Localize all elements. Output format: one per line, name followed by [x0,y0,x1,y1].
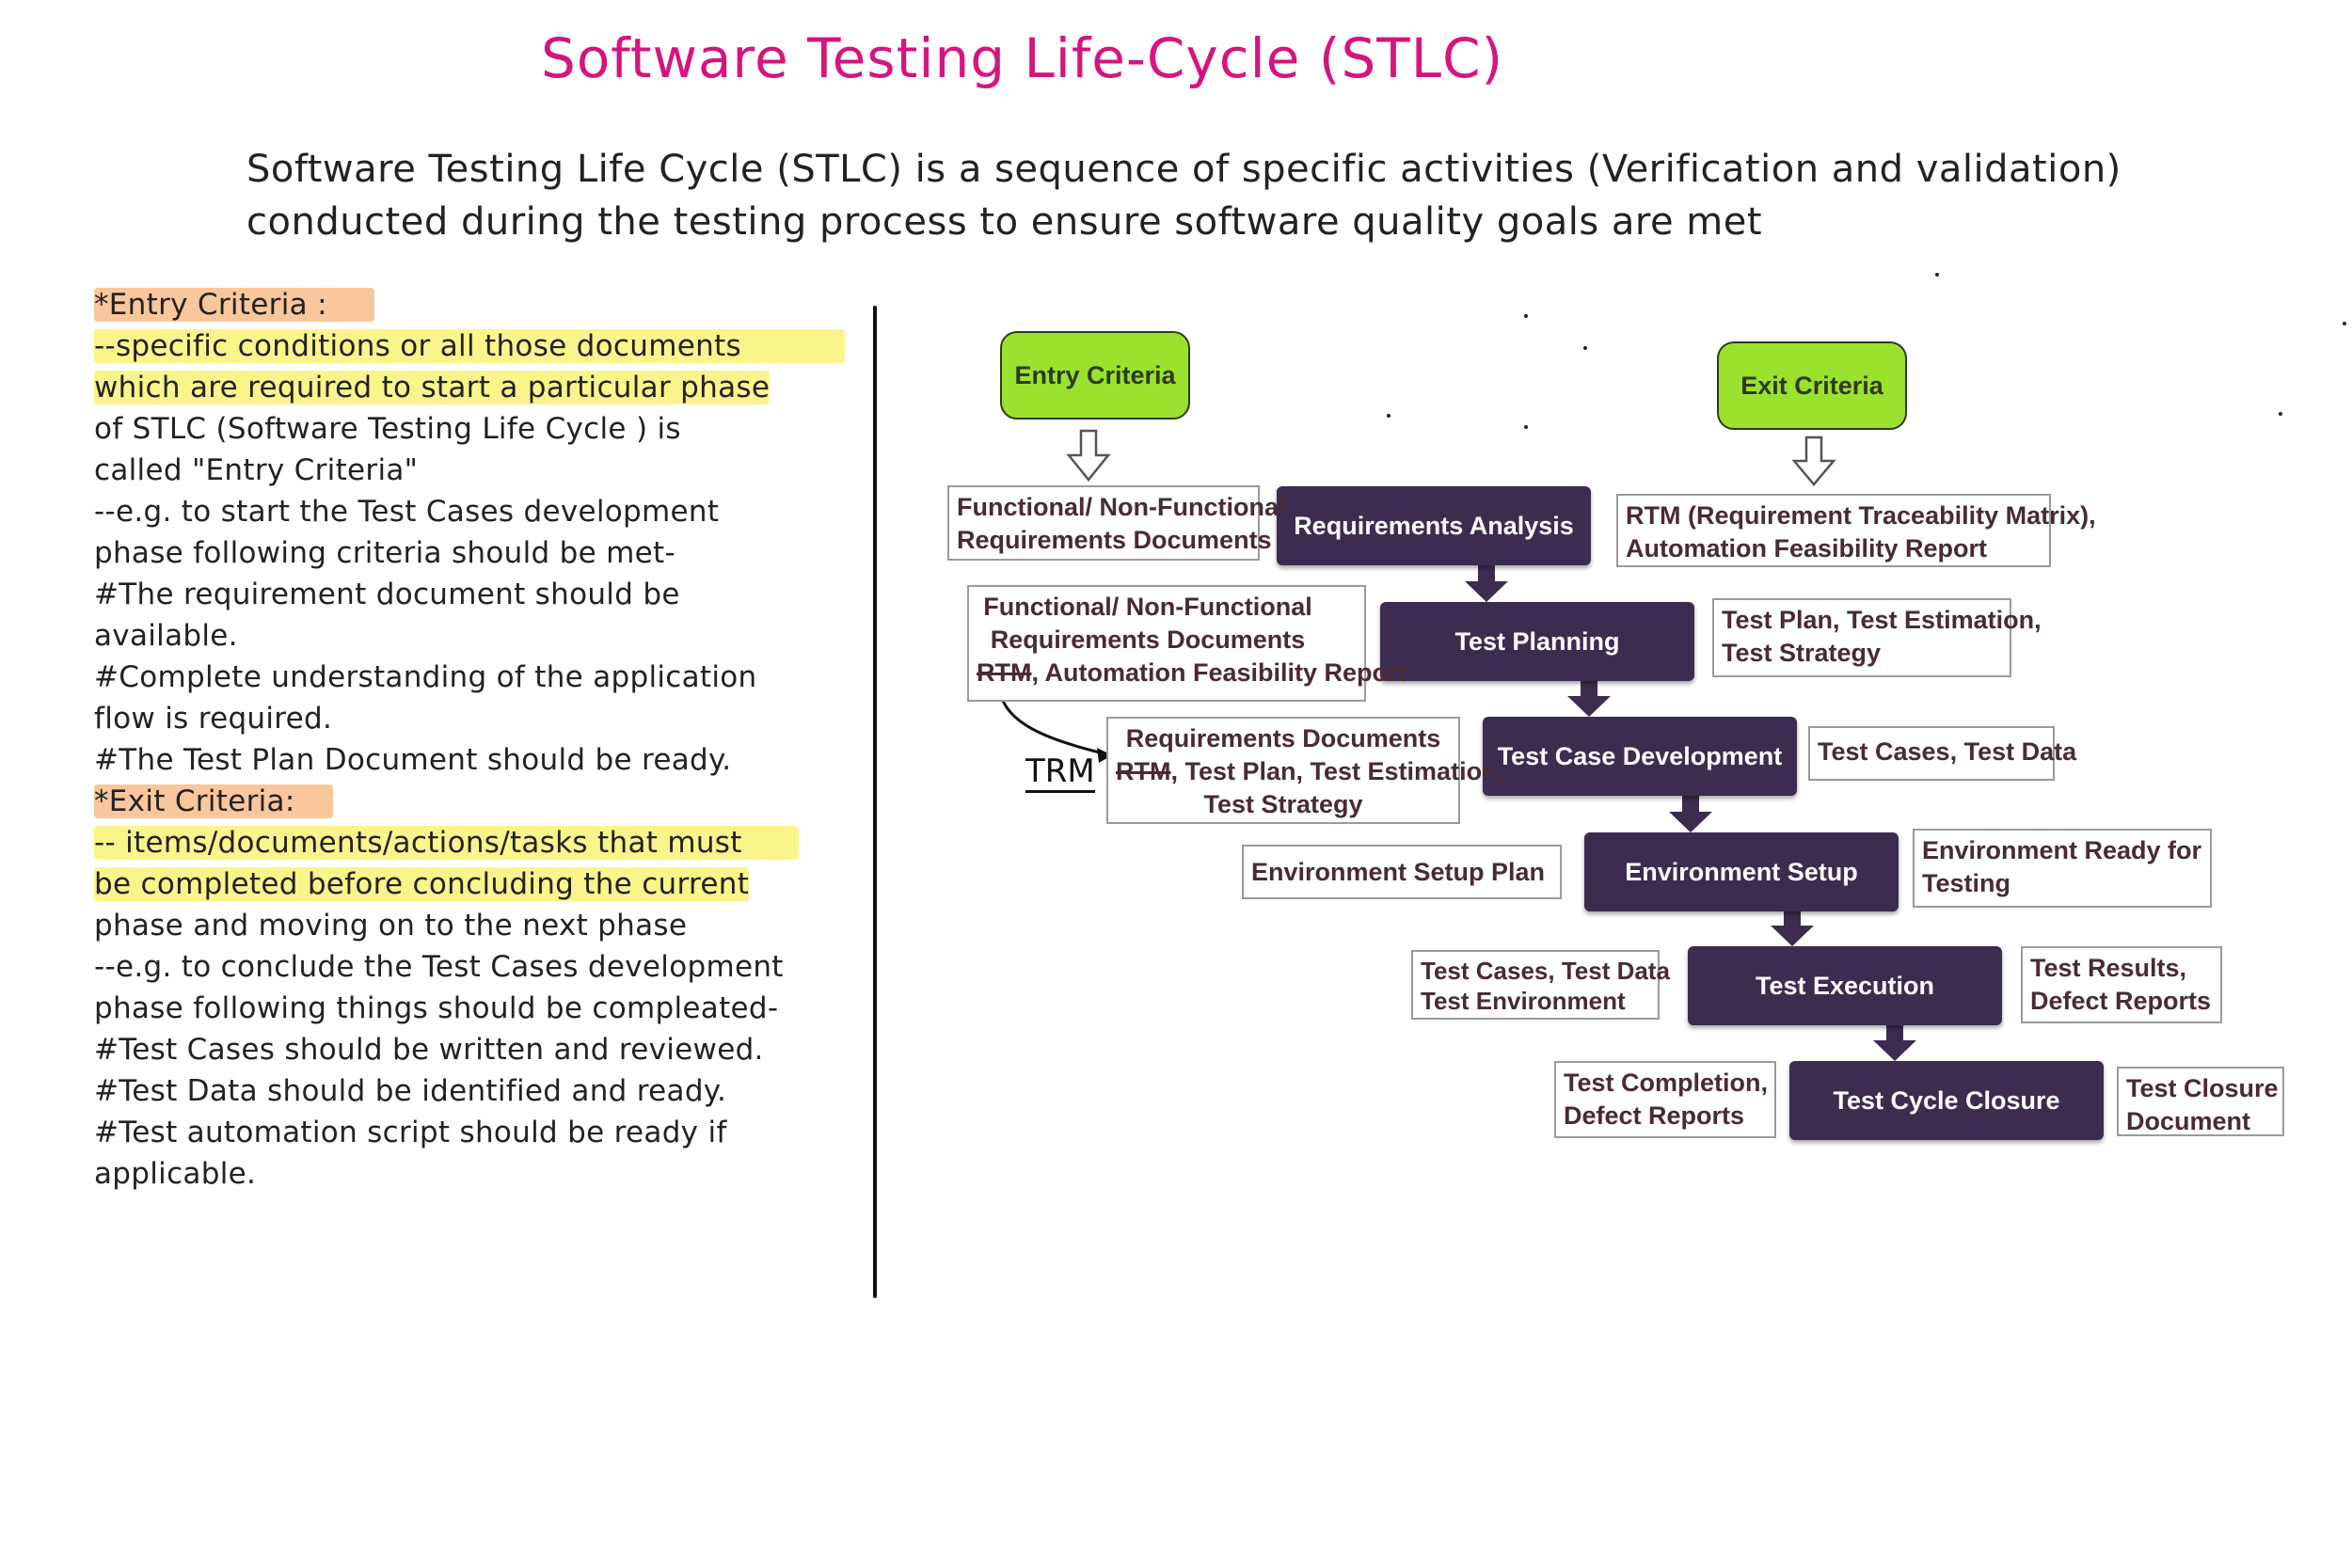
phase-arrow [1771,909,1814,946]
output-box-test-cycle-closure: Test Closure Document [2117,1067,2284,1136]
input-box-test-execution: Test Cases, Test Data Test Environment [1411,950,1670,1020]
phase-arrow [1465,564,1508,602]
phase-environment-setup: Environment Setup [1584,832,1899,911]
phase-test-case-development: Test Case Development [1483,717,1797,796]
exit-criteria-node: Exit Criteria [1717,341,1907,430]
entry-criteria-node: Entry Criteria [1000,331,1190,420]
phase-arrow [1669,796,1712,832]
stray-dot [1583,346,1587,350]
input-box-requirements-analysis: Functional/ Non-Functional Requirements … [947,485,1285,561]
stray-dot [2343,322,2346,325]
phase-test-planning: Test Planning [1380,602,1694,681]
phase-test-execution: Test Execution [1688,946,2002,1025]
output-box-test-planning: Test Plan, Test Estimation, Test Strateg… [1712,598,2042,677]
input-box-test-case-development: Requirements Documents RTM, Test Plan, T… [1106,717,1504,824]
down-arrow-icon [1791,436,1836,486]
trm-annotation: TRM [1025,752,1095,790]
input-box-environment-setup: Environment Setup Plan [1242,845,1562,899]
input-box-test-cycle-closure: Test Completion, Defect Reports [1554,1061,1776,1138]
output-box-test-execution: Test Results, Defect Reports [2021,946,2222,1023]
input-box-test-planning: Functional/ Non-Functional Requirements … [967,585,1406,702]
phase-requirements-analysis: Requirements Analysis [1277,486,1591,565]
output-box-environment-setup: Environment Ready for Testing [1913,829,2212,908]
stray-dot [2279,412,2282,416]
stray-dot [1935,273,1939,277]
stray-dot [1387,414,1391,418]
stray-dot [1524,314,1528,318]
phase-arrow [1873,1025,1916,1061]
stray-dot [1524,425,1528,429]
phase-test-cycle-closure: Test Cycle Closure [1789,1061,2104,1140]
output-box-test-case-development: Test Cases, Test Data [1808,726,2076,781]
down-arrow-icon [1066,429,1111,482]
output-box-requirements-analysis: RTM (Requirement Traceability Matrix), A… [1616,494,2096,567]
trm-underline [1025,790,1095,793]
phase-arrow [1567,679,1611,717]
